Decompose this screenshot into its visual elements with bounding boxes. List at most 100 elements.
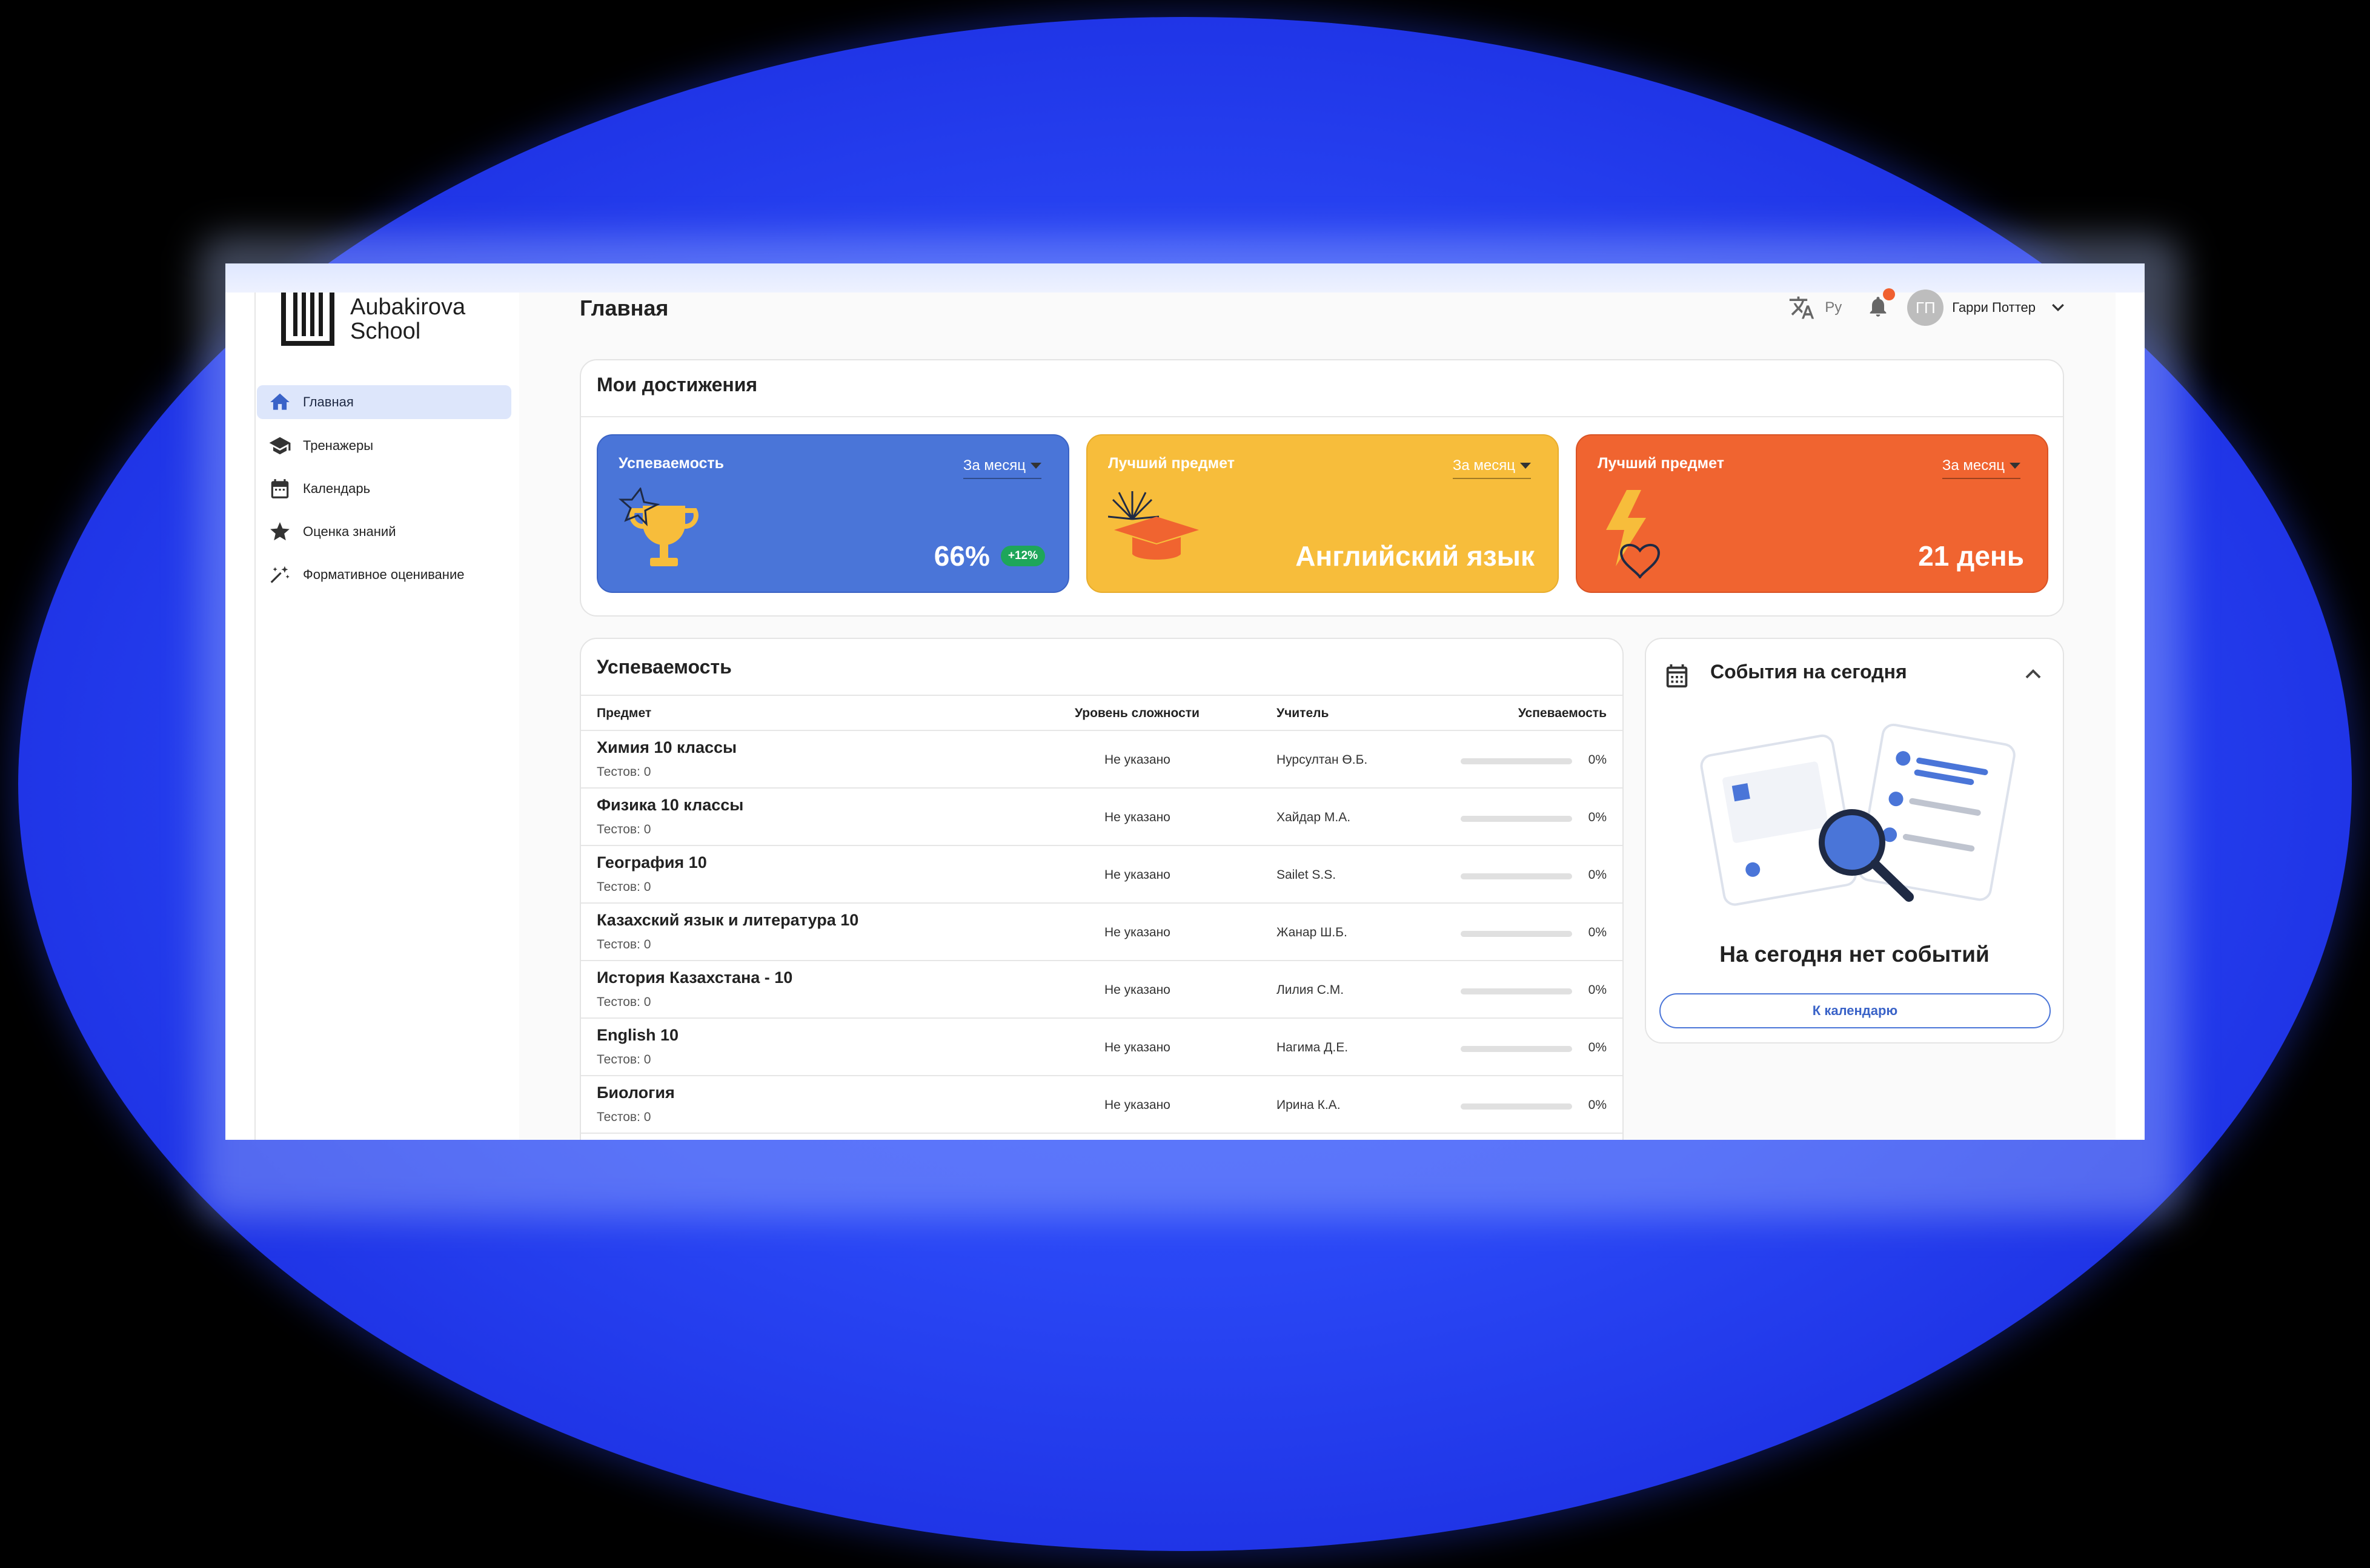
period-select[interactable]: За месяц	[1452, 457, 1531, 479]
teacher-name: Ирина К.А.	[1276, 1098, 1341, 1112]
achievements-panel: Мои достижения Успеваемость За месяц 66%…	[580, 359, 2064, 617]
teacher-name: Лилия С.М.	[1276, 983, 1344, 997]
card-title: Лучший предмет	[1598, 455, 1724, 472]
calendar-icon	[1666, 664, 1688, 688]
lightning-heart-icon	[1606, 490, 1660, 578]
chevron-down-icon[interactable]	[2049, 299, 2067, 317]
teacher-name: Хайдар М.А.	[1276, 810, 1351, 824]
table-header: Предмет Уровень сложности Учитель Успева…	[581, 695, 1622, 731]
go-to-calendar-button[interactable]: К календарю	[1659, 993, 2051, 1028]
achievements-title: Мои достижения	[597, 374, 758, 395]
notifications-button[interactable]	[1866, 288, 1896, 323]
empty-events-message: На сегодня нет событий	[1719, 942, 1990, 967]
tests-count: Тестов: 0	[597, 995, 651, 1009]
card-title: Лучший предмет	[1108, 455, 1235, 472]
translate-icon	[1790, 296, 1814, 319]
difficulty-level: Не указано	[1104, 1098, 1170, 1112]
difficulty-level: Не указано	[1104, 753, 1170, 767]
sidebar-item-1[interactable]: Тренажеры	[257, 429, 511, 463]
performance-value: 66%	[934, 540, 990, 572]
card-value: 66% +12%	[934, 540, 1045, 572]
graduation-cap-icon	[1108, 491, 1199, 560]
avatar[interactable]: ГП	[1907, 289, 1944, 326]
card-value: 21 день	[1918, 540, 2024, 572]
chevron-up-icon[interactable]	[2022, 663, 2045, 686]
teacher-name: Sailet S.S.	[1276, 868, 1336, 882]
notification-badge	[1883, 288, 1896, 300]
divider	[581, 416, 2063, 417]
progress-percent: 0%	[1588, 925, 1607, 939]
teacher-name: Нагима Д.Е.	[1276, 1040, 1349, 1054]
caret-down-icon	[1031, 463, 1041, 469]
progress-percent: 0%	[1588, 1040, 1607, 1054]
sidebar-item-4[interactable]: Формативное оценивание	[257, 558, 511, 592]
period-select[interactable]: За месяц	[1942, 457, 2020, 479]
progress-bar	[1461, 873, 1572, 879]
sidebar-item-label: Тренажеры	[303, 438, 374, 453]
header-controls: Ру ГП Гарри Поттер	[1787, 288, 2067, 326]
table-row[interactable]: Физика 10 классы Тестов: 0 Не указано Хайда…	[581, 789, 1622, 846]
progress-bar	[1461, 758, 1572, 764]
column-header-subject: Предмет	[597, 706, 652, 720]
column-header-difficulty: Уровень сложности	[1075, 706, 1200, 720]
logo-text-line1: Aubakirova	[350, 294, 466, 320]
school-logo[interactable]: Aubakirova School	[281, 293, 465, 346]
sidebar-item-label: Оценка знаний	[303, 524, 396, 539]
progress-percent: 0%	[1588, 868, 1607, 882]
performance-panel: Успеваемость Предмет Уровень сложности У…	[580, 638, 1624, 1140]
logo-mark-icon	[281, 293, 334, 346]
table-row[interactable]: English 10 Тестов: 0 Не указано Нагима Д.Е.…	[581, 1019, 1622, 1076]
table-row[interactable]: Биология Тестов: 0 Не указано Ирина К.А. 0%	[581, 1076, 1622, 1134]
progress-percent: 0%	[1588, 1098, 1607, 1112]
sidebar-item-0[interactable]: Главная	[257, 385, 511, 419]
subject-name: Казахский язык и литература 10	[597, 911, 859, 929]
card-title: Успеваемость	[619, 455, 725, 472]
tests-count: Тестов: 0	[597, 1053, 651, 1067]
caret-down-icon	[1520, 463, 1531, 469]
tests-count: Тестов: 0	[597, 880, 651, 894]
subject-name: Химия 10 классы	[597, 738, 737, 756]
column-header-teacher: Учитель	[1276, 706, 1329, 720]
period-select-label: За месяц	[1942, 457, 2005, 474]
events-panel: События на сегодня На сегодня нет событи…	[1645, 638, 2064, 1044]
tests-count: Тестов: 0	[597, 938, 651, 951]
user-name[interactable]: Гарри Поттер	[1952, 300, 2036, 316]
achievement-card-performance: Успеваемость За месяц 66% +12%	[597, 434, 1069, 593]
table-row[interactable]: Казахский язык и литература 10 Тестов: 0 Н…	[581, 904, 1622, 961]
period-select[interactable]: За месяц	[963, 457, 1041, 479]
empty-events-illustration	[1700, 723, 2016, 906]
progress-percent: 0%	[1588, 810, 1607, 824]
achievement-card-streak: Лучший предмет За месяц 21 день	[1576, 434, 2048, 593]
period-select-label: За месяц	[963, 457, 1026, 474]
logo-text: Aubakirova School	[350, 295, 465, 343]
sidebar-item-label: Главная	[303, 394, 354, 409]
progress-percent: 0%	[1588, 983, 1607, 997]
difficulty-level: Не указано	[1104, 925, 1170, 939]
sidebar: Aubakirova School Главная Тренажеры Календ…	[254, 293, 520, 1140]
table-row[interactable]: История Казахстана - 10 Тестов: 0 Не указа…	[581, 961, 1622, 1019]
teacher-name: Нурсултан Ө.Б.	[1276, 753, 1368, 767]
performance-title: Успеваемость	[597, 656, 732, 678]
progress-bar	[1461, 931, 1572, 937]
progress-bar	[1461, 988, 1572, 994]
progress-bar	[1461, 1103, 1572, 1110]
home-icon	[268, 390, 292, 414]
events-title: События на сегодня	[1710, 661, 1907, 683]
difficulty-level: Не указано	[1104, 983, 1170, 997]
sidebar-item-label: Календарь	[303, 481, 371, 496]
table-row[interactable]: География 10 Тестов: 0 Не указано Sailet S.…	[581, 846, 1622, 904]
language-switcher[interactable]: Ру	[1787, 294, 1842, 321]
difficulty-level: Не указано	[1104, 868, 1170, 882]
progress-bar	[1461, 816, 1572, 822]
period-select-label: За месяц	[1452, 457, 1515, 474]
delta-badge: +12%	[1000, 546, 1045, 566]
sidebar-item-3[interactable]: Оценка знаний	[257, 515, 511, 549]
sidebar-item-2[interactable]: Календарь	[257, 472, 511, 506]
subject-name: Биология	[597, 1083, 675, 1102]
progress-bar	[1461, 1046, 1572, 1052]
teacher-name: Жанар Ш.Б.	[1276, 925, 1347, 939]
achievement-card-best-subject: Лучший предмет За месяц Английский язык	[1086, 434, 1559, 593]
table-row[interactable]: Химия 10 классы Тестов: 0 Не указано Нурсул…	[581, 731, 1622, 789]
sparkles-icon	[268, 563, 292, 587]
subject-name: История Казахстана - 10	[597, 968, 793, 987]
